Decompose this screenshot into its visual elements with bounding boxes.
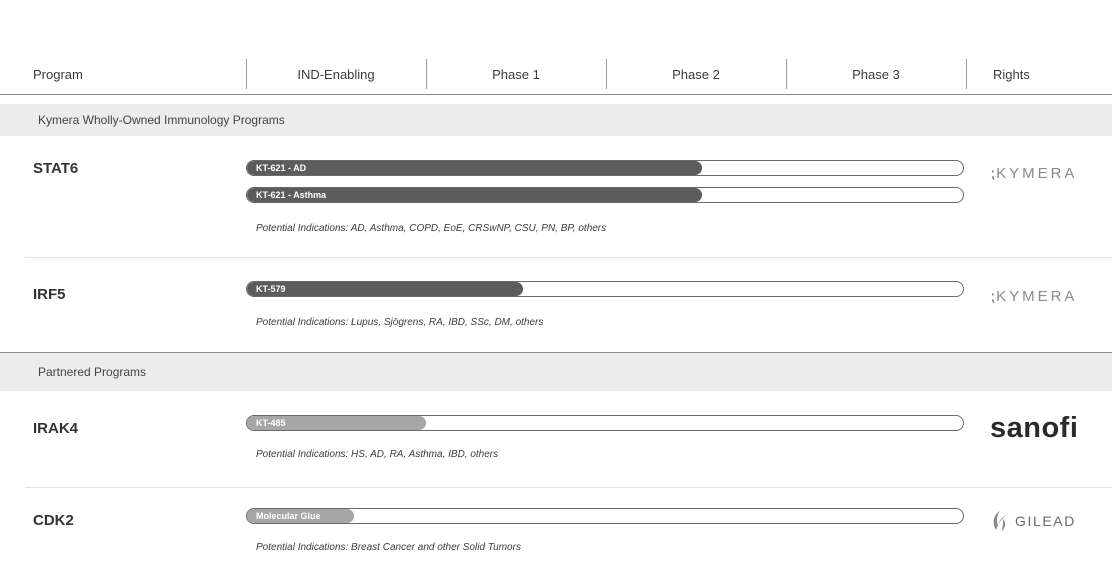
header-phase3: Phase 3	[852, 67, 900, 82]
rights-label: KYMERA	[996, 165, 1078, 182]
progress-track: KT-485	[246, 415, 964, 431]
progress-track: KT-621 - Asthma	[246, 187, 964, 203]
kymera-bracket-icon: ⁏	[990, 288, 996, 305]
progress-track: KT-621 - AD	[246, 160, 964, 176]
indications-cdk2: Potential Indications: Breast Cancer and…	[256, 542, 521, 553]
header-divider	[966, 59, 967, 89]
indications-irf5: Potential Indications: Lupus, Sjögrens, …	[256, 317, 544, 328]
progress-bar-molecular-glue: Molecular Glue	[247, 509, 355, 523]
rights-logo-gilead: GILEAD	[990, 510, 1076, 532]
rights-label: KYMERA	[996, 288, 1078, 305]
program-target-irak4: IRAK4	[33, 420, 79, 437]
progress-bar-kt-579: KT-579	[247, 282, 523, 296]
header-ind-enabling: IND-Enabling	[297, 67, 375, 82]
rights-logo-kymera: ⁏KYMERA	[990, 287, 1077, 305]
gilead-leaf-icon	[993, 511, 1007, 531]
kymera-bracket-icon: ⁏	[990, 165, 996, 182]
header-phase2: Phase 2	[672, 67, 720, 82]
rights-logo-sanofi: sanofi	[990, 412, 1079, 444]
header-phase1: Phase 1	[492, 67, 540, 82]
rights-logo-kymera: ⁏KYMERA	[990, 164, 1077, 182]
row-divider	[25, 487, 1112, 488]
program-target-cdk2: CDK2	[33, 512, 74, 529]
indications-stat6: Potential Indications: AD, Asthma, COPD,…	[256, 223, 607, 234]
section-partnered: Partnered Programs	[0, 353, 1112, 391]
progress-bar-kt-485: KT-485	[247, 416, 426, 430]
rights-label: GILEAD	[1015, 513, 1076, 529]
progress-track: KT-579	[246, 281, 964, 297]
program-target-irf5: IRF5	[33, 286, 66, 303]
row-divider	[25, 257, 1112, 258]
progress-bar-kt-621-ad: KT-621 - AD	[247, 161, 702, 175]
program-target-stat6: STAT6	[33, 160, 79, 177]
header-program: Program	[33, 67, 83, 82]
header-underline	[0, 94, 1112, 95]
section-wholly-owned: Kymera Wholly-Owned Immunology Programs	[0, 104, 1112, 136]
pipeline-header: Program IND-Enabling Phase 1 Phase 2 Pha…	[0, 56, 1112, 95]
header-rights: Rights	[993, 67, 1030, 82]
indications-irak4: Potential Indications: HS, AD, RA, Asthm…	[256, 449, 499, 460]
progress-track: Molecular Glue	[246, 508, 964, 524]
progress-bar-kt-621-asthma: KT-621 - Asthma	[247, 188, 702, 202]
